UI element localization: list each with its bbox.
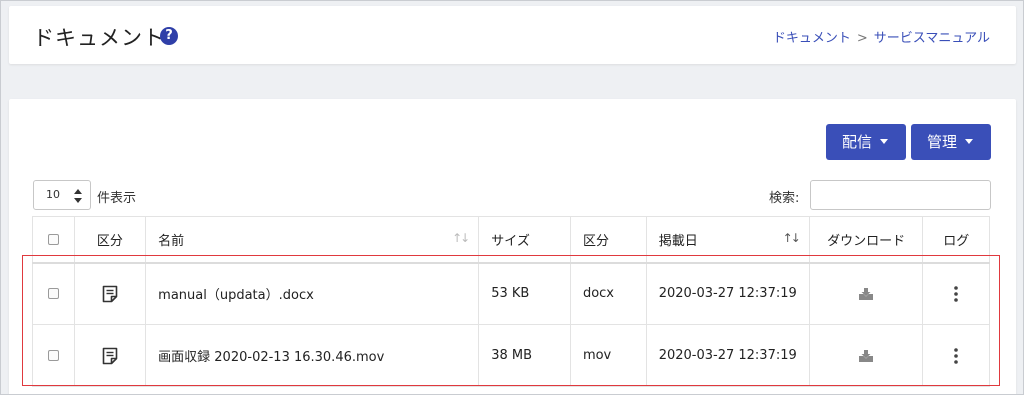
page-length-select[interactable]: 10 bbox=[33, 180, 91, 210]
table-header-row: 区分 名前 ↑↓ サイズ 区分 掲載日 ↑↓ ダウンロード ログ bbox=[32, 216, 990, 264]
page-length-label: 件表示 bbox=[97, 191, 137, 206]
row-checkbox[interactable] bbox=[47, 350, 59, 361]
breadcrumb-current[interactable]: サービスマニュアル bbox=[874, 31, 990, 46]
distribute-label: 配信 bbox=[842, 133, 873, 151]
header-size: サイズ bbox=[478, 216, 571, 264]
distribute-dropdown-button[interactable]: 配信 bbox=[826, 124, 906, 160]
document-table: 区分 名前 ↑↓ サイズ 区分 掲載日 ↑↓ ダウンロード ログ manual（up… bbox=[32, 216, 990, 387]
table-row: manual（updata）.docx 53 KB docx 2020-03-2… bbox=[32, 262, 990, 325]
download-cell bbox=[808, 262, 924, 325]
manage-label: 管理 bbox=[927, 133, 958, 151]
header-date[interactable]: 掲載日 ↑↓ bbox=[645, 216, 810, 264]
select-all-checkbox[interactable] bbox=[47, 233, 59, 245]
document-panel: 配信 管理 10 件表示 検索: 区分 名前 ↑↓ サイズ 区分 掲載日 ↑↓ ダウ… bbox=[9, 99, 1016, 395]
updown-arrows-icon bbox=[74, 189, 82, 203]
row-select-cell bbox=[32, 324, 75, 387]
search-label: 検索: bbox=[769, 191, 800, 206]
row-select-cell bbox=[32, 262, 75, 325]
caret-down-icon bbox=[965, 139, 974, 144]
caret-down-icon bbox=[880, 139, 889, 144]
question-circle-icon[interactable]: ? bbox=[160, 27, 178, 45]
page-title: ドキュメント bbox=[33, 26, 165, 50]
header-type: 区分 bbox=[569, 216, 647, 264]
header-name-label: 名前 bbox=[158, 233, 185, 249]
sort-icon: ↑↓ bbox=[452, 231, 470, 245]
file-name[interactable]: manual（updata）.docx bbox=[145, 262, 480, 325]
header-kind: 区分 bbox=[73, 216, 147, 264]
file-type: mov bbox=[569, 324, 647, 387]
kebab-menu-icon[interactable] bbox=[953, 285, 959, 302]
header-download: ダウンロード bbox=[808, 216, 924, 264]
file-type: docx bbox=[569, 262, 647, 325]
page-header: ドキュメント ? ドキュメント > サービスマニュアル bbox=[9, 6, 1016, 64]
document-icon bbox=[102, 285, 118, 303]
manage-dropdown-button[interactable]: 管理 bbox=[911, 124, 991, 160]
search-input[interactable] bbox=[810, 180, 991, 210]
kebab-menu-icon[interactable] bbox=[953, 347, 959, 364]
header-date-label: 掲載日 bbox=[658, 233, 698, 249]
publish-date: 2020-03-27 12:37:19 bbox=[645, 262, 810, 325]
document-icon bbox=[102, 347, 118, 364]
table-row: 画面収録 2020-02-13 16.30.46.mov 38 MB mov 2… bbox=[32, 324, 990, 387]
select-all-cell bbox=[32, 216, 75, 264]
kind-cell bbox=[73, 262, 147, 325]
page-length-value: 10 bbox=[46, 188, 60, 201]
sort-icon: ↑↓ bbox=[782, 231, 801, 245]
file-name[interactable]: 画面収録 2020-02-13 16.30.46.mov bbox=[145, 324, 480, 387]
download-icon[interactable] bbox=[858, 287, 874, 301]
breadcrumb: ドキュメント > サービスマニュアル bbox=[773, 27, 990, 46]
file-size: 38 MB bbox=[478, 324, 571, 387]
header-name[interactable]: 名前 ↑↓ bbox=[145, 216, 480, 264]
publish-date: 2020-03-27 12:37:19 bbox=[645, 324, 810, 387]
breadcrumb-root-link[interactable]: ドキュメント bbox=[773, 31, 851, 46]
log-cell bbox=[922, 324, 990, 387]
download-icon[interactable] bbox=[858, 349, 874, 363]
file-size: 53 KB bbox=[478, 262, 571, 325]
kind-cell bbox=[73, 324, 147, 387]
log-cell bbox=[922, 262, 990, 325]
header-log: ログ bbox=[922, 216, 990, 264]
download-cell bbox=[808, 324, 924, 387]
breadcrumb-separator: > bbox=[856, 31, 868, 46]
row-checkbox[interactable] bbox=[47, 288, 59, 300]
